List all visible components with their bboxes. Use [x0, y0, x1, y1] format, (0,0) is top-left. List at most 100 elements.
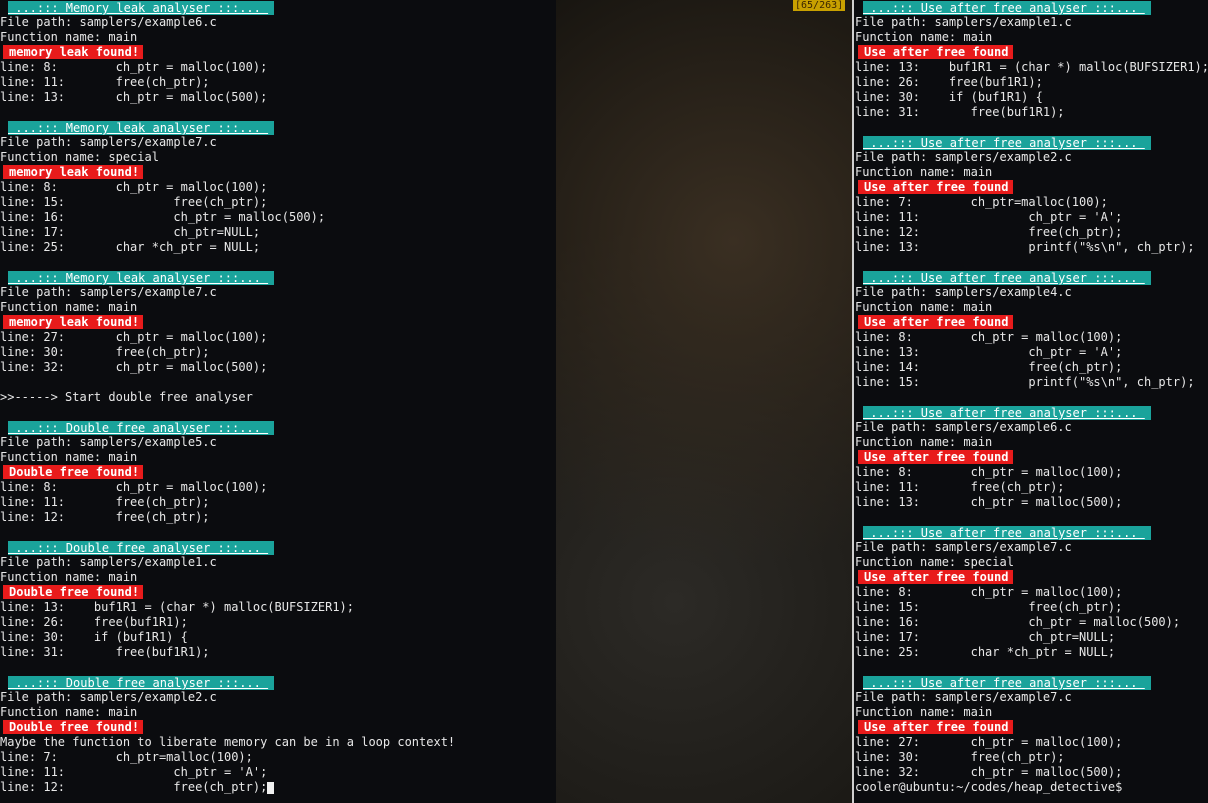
- alert-badge: Double free found!: [3, 465, 144, 479]
- code-line: line: 8: ch_ptr = malloc(100);: [855, 330, 1123, 344]
- function-name: Function name: main: [855, 705, 993, 719]
- code-line: line: 8: ch_ptr = malloc(100);: [855, 465, 1123, 479]
- function-name: Function name: main: [0, 705, 138, 719]
- pane-divider[interactable]: [852, 0, 854, 803]
- analyser-header: ...::: Use after free analyser :::...: [863, 136, 1151, 150]
- file-path: File path: samplers/example2.c: [855, 150, 1072, 164]
- file-path: File path: samplers/example4.c: [855, 285, 1072, 299]
- code-line: line: 13: ch_ptr = malloc(500);: [855, 495, 1123, 509]
- code-line: line: 30: free(ch_ptr);: [855, 750, 1065, 764]
- code-line: line: 12: free(ch_ptr);: [0, 780, 268, 794]
- code-line: line: 14: free(ch_ptr);: [855, 360, 1123, 374]
- code-line: line: 12: free(ch_ptr);: [855, 225, 1123, 239]
- double-free-report: ...::: Double free analyser :::... File …: [0, 540, 556, 660]
- code-line: line: 31: free(buf1R1);: [855, 105, 1065, 119]
- use-after-free-report: ...::: Use after free analyser :::... Fi…: [855, 135, 1208, 255]
- function-name: Function name: main: [0, 450, 138, 464]
- alert-badge: Use after free found: [858, 450, 1013, 464]
- analyser-header: ...::: Double free analyser :::...: [8, 676, 275, 690]
- code-line: line: 32: ch_ptr = malloc(500);: [855, 765, 1123, 779]
- code-line: line: 26: free(buf1R1);: [0, 615, 188, 629]
- code-line: line: 8: ch_ptr = malloc(100);: [855, 585, 1123, 599]
- alert-badge: memory leak found!: [3, 315, 144, 329]
- code-line: line: 11: free(ch_ptr);: [855, 480, 1065, 494]
- alert-badge: Use after free found: [858, 720, 1013, 734]
- analyser-header: ...::: Double free analyser :::...: [8, 541, 275, 555]
- function-name: Function name: main: [0, 570, 138, 584]
- function-name: Function name: special: [0, 150, 159, 164]
- file-path: File path: samplers/example7.c: [855, 540, 1072, 554]
- alert-badge: Double free found!: [3, 585, 144, 599]
- left-terminal-pane[interactable]: ...::: Memory leak analyser :::... File …: [0, 0, 556, 803]
- code-line: line: 13: buf1R1 = (char *) malloc(BUFSI…: [855, 60, 1208, 74]
- code-line: line: 15: free(ch_ptr);: [855, 600, 1123, 614]
- code-line: line: 30: if (buf1R1) {: [0, 630, 188, 644]
- code-line: line: 25: char *ch_ptr = NULL;: [855, 645, 1116, 659]
- file-path: File path: samplers/example6.c: [855, 420, 1072, 434]
- alert-badge: Double free found!: [3, 720, 144, 734]
- code-line: line: 30: if (buf1R1) {: [855, 90, 1043, 104]
- loop-context-note: Maybe the function to liberate memory ca…: [0, 735, 456, 749]
- shell-prompt[interactable]: cooler@ubuntu:~/codes/heap_detective$: [855, 780, 1208, 795]
- code-line: line: 27: ch_ptr = malloc(100);: [855, 735, 1123, 749]
- code-line: line: 12: free(ch_ptr);: [0, 510, 210, 524]
- code-line: line: 8: ch_ptr = malloc(100);: [0, 480, 268, 494]
- function-name: Function name: main: [855, 435, 993, 449]
- memory-leak-report: ...::: Memory leak analyser :::... File …: [0, 120, 556, 255]
- alert-badge: Use after free found: [858, 180, 1013, 194]
- memory-leak-report: ...::: Memory leak analyser :::... File …: [0, 0, 556, 105]
- code-line: line: 11: free(ch_ptr);: [0, 75, 210, 89]
- alert-badge: Use after free found: [858, 45, 1013, 59]
- function-name: Function name: main: [855, 300, 993, 314]
- analyser-header: ...::: Use after free analyser :::...: [863, 271, 1151, 285]
- function-name: Function name: main: [0, 300, 138, 314]
- use-after-free-report: ...::: Use after free analyser :::... Fi…: [855, 405, 1208, 510]
- code-line: line: 11: free(ch_ptr);: [0, 495, 210, 509]
- code-line: line: 31: free(buf1R1);: [0, 645, 210, 659]
- code-line: line: 17: ch_ptr=NULL;: [855, 630, 1116, 644]
- function-name: Function name: special: [855, 555, 1014, 569]
- code-line: line: 13: ch_ptr = 'A';: [855, 345, 1123, 359]
- code-line: line: 32: ch_ptr = malloc(500);: [0, 360, 268, 374]
- use-after-free-report: ...::: Use after free analyser :::... Fi…: [855, 270, 1208, 390]
- analyser-header: ...::: Memory leak analyser :::...: [8, 271, 275, 285]
- file-path: File path: samplers/example6.c: [0, 15, 217, 29]
- code-line: line: 27: ch_ptr = malloc(100);: [0, 330, 268, 344]
- use-after-free-report: ...::: Use after free analyser :::... Fi…: [855, 525, 1208, 660]
- file-path: File path: samplers/example7.c: [0, 285, 217, 299]
- terminal-cursor: [267, 781, 275, 794]
- function-name: Function name: main: [855, 30, 993, 44]
- analyser-header: ...::: Use after free analyser :::...: [863, 1, 1151, 15]
- code-line: line: 16: ch_ptr = malloc(500);: [855, 615, 1181, 629]
- code-line: line: 25: char *ch_ptr = NULL;: [0, 240, 261, 254]
- function-name: Function name: main: [855, 165, 993, 179]
- alert-badge: memory leak found!: [3, 165, 144, 179]
- pane-position-counter: [65/263]: [793, 0, 846, 11]
- code-line: line: 11: ch_ptr = 'A';: [855, 210, 1123, 224]
- code-line: line: 17: ch_ptr=NULL;: [0, 225, 261, 239]
- code-line: line: 7: ch_ptr=malloc(100);: [855, 195, 1108, 209]
- analyser-header: ...::: Double free analyser :::...: [8, 421, 275, 435]
- use-after-free-report: ...::: Use after free analyser :::... Fi…: [855, 675, 1208, 780]
- code-line: line: 8: ch_ptr = malloc(100);: [0, 180, 268, 194]
- code-line: line: 16: ch_ptr = malloc(500);: [0, 210, 326, 224]
- code-line: line: 15: free(ch_ptr);: [0, 195, 268, 209]
- memory-leak-report: ...::: Memory leak analyser :::... File …: [0, 270, 556, 375]
- code-line: line: 8: ch_ptr = malloc(100);: [0, 60, 268, 74]
- file-path: File path: samplers/example7.c: [855, 690, 1072, 704]
- code-line: line: 26: free(buf1R1);: [855, 75, 1043, 89]
- code-line: line: 30: free(ch_ptr);: [0, 345, 210, 359]
- analyser-header: ...::: Memory leak analyser :::...: [8, 1, 275, 15]
- function-name: Function name: main: [0, 30, 138, 44]
- code-line: line: 13: buf1R1 = (char *) malloc(BUFSI…: [0, 600, 355, 614]
- right-terminal-pane[interactable]: ...::: Use after free analyser :::... Fi…: [855, 0, 1208, 803]
- code-line: line: 13: printf("%s\n", ch_ptr);: [855, 240, 1195, 254]
- file-path: File path: samplers/example7.c: [0, 135, 217, 149]
- file-path: File path: samplers/example5.c: [0, 435, 217, 449]
- analyser-header: ...::: Memory leak analyser :::...: [8, 121, 275, 135]
- alert-badge: Use after free found: [858, 315, 1013, 329]
- file-path: File path: samplers/example1.c: [855, 15, 1072, 29]
- code-line: line: 13: ch_ptr = malloc(500);: [0, 90, 268, 104]
- code-line: line: 11: ch_ptr = 'A';: [0, 765, 268, 779]
- analyser-header: ...::: Use after free analyser :::...: [863, 526, 1151, 540]
